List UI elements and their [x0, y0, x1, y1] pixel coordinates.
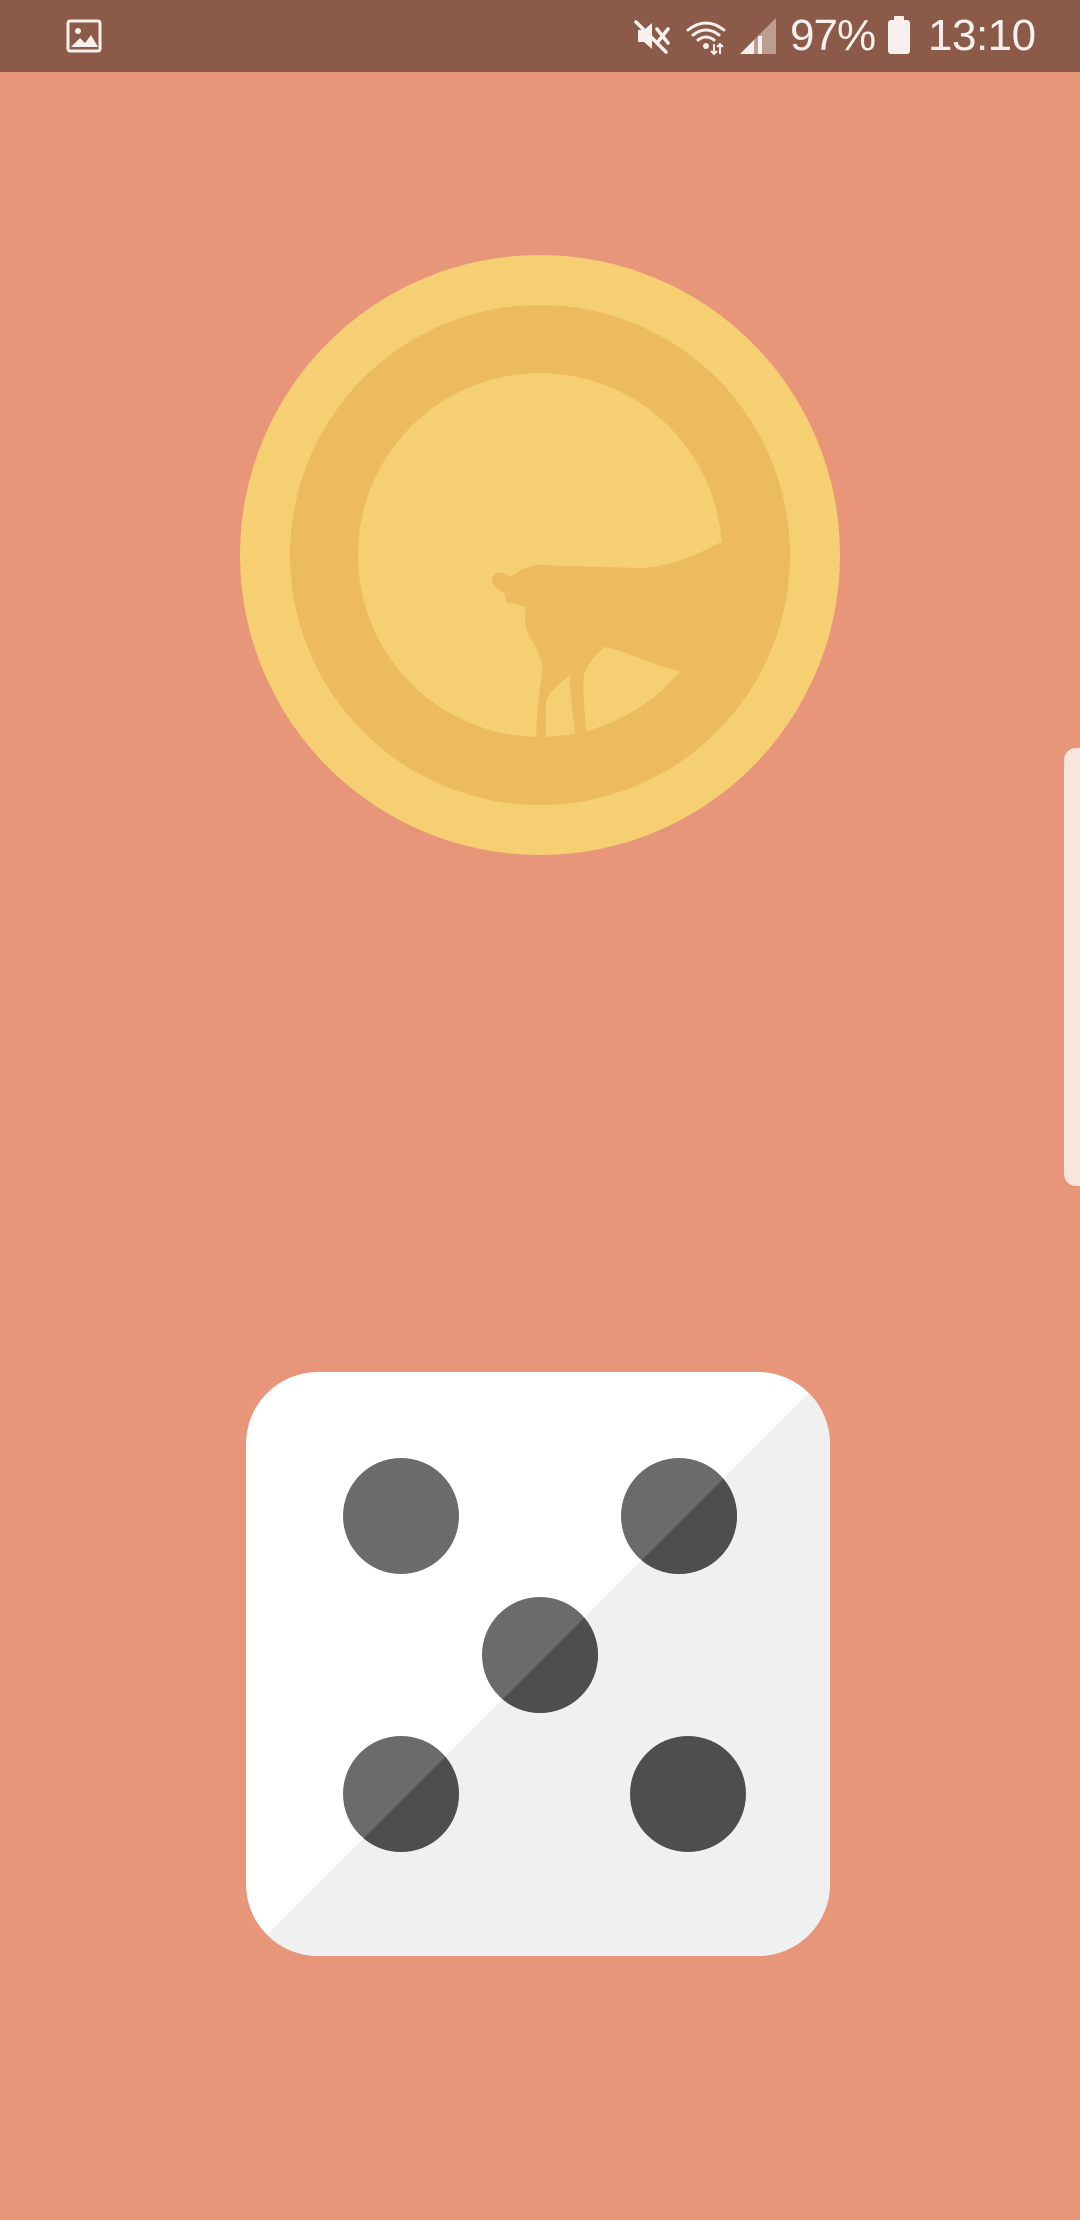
- status-icons: 97% 13:10: [600, 0, 1080, 72]
- mute-icon: [630, 14, 674, 58]
- signal-icon: [736, 14, 780, 58]
- battery-percent: 97%: [790, 11, 876, 60]
- deer-coin-icon[interactable]: [240, 255, 840, 855]
- edge-panel-handle[interactable]: [1064, 748, 1080, 1186]
- clock: 13:10: [928, 11, 1036, 60]
- screen: 97% 13:10: [0, 0, 1080, 2220]
- image-icon: [64, 16, 104, 56]
- battery-icon: [884, 14, 914, 58]
- dice-five-icon[interactable]: [246, 1372, 830, 1956]
- wifi-icon: [684, 14, 728, 58]
- status-bar: 97% 13:10: [0, 0, 1080, 72]
